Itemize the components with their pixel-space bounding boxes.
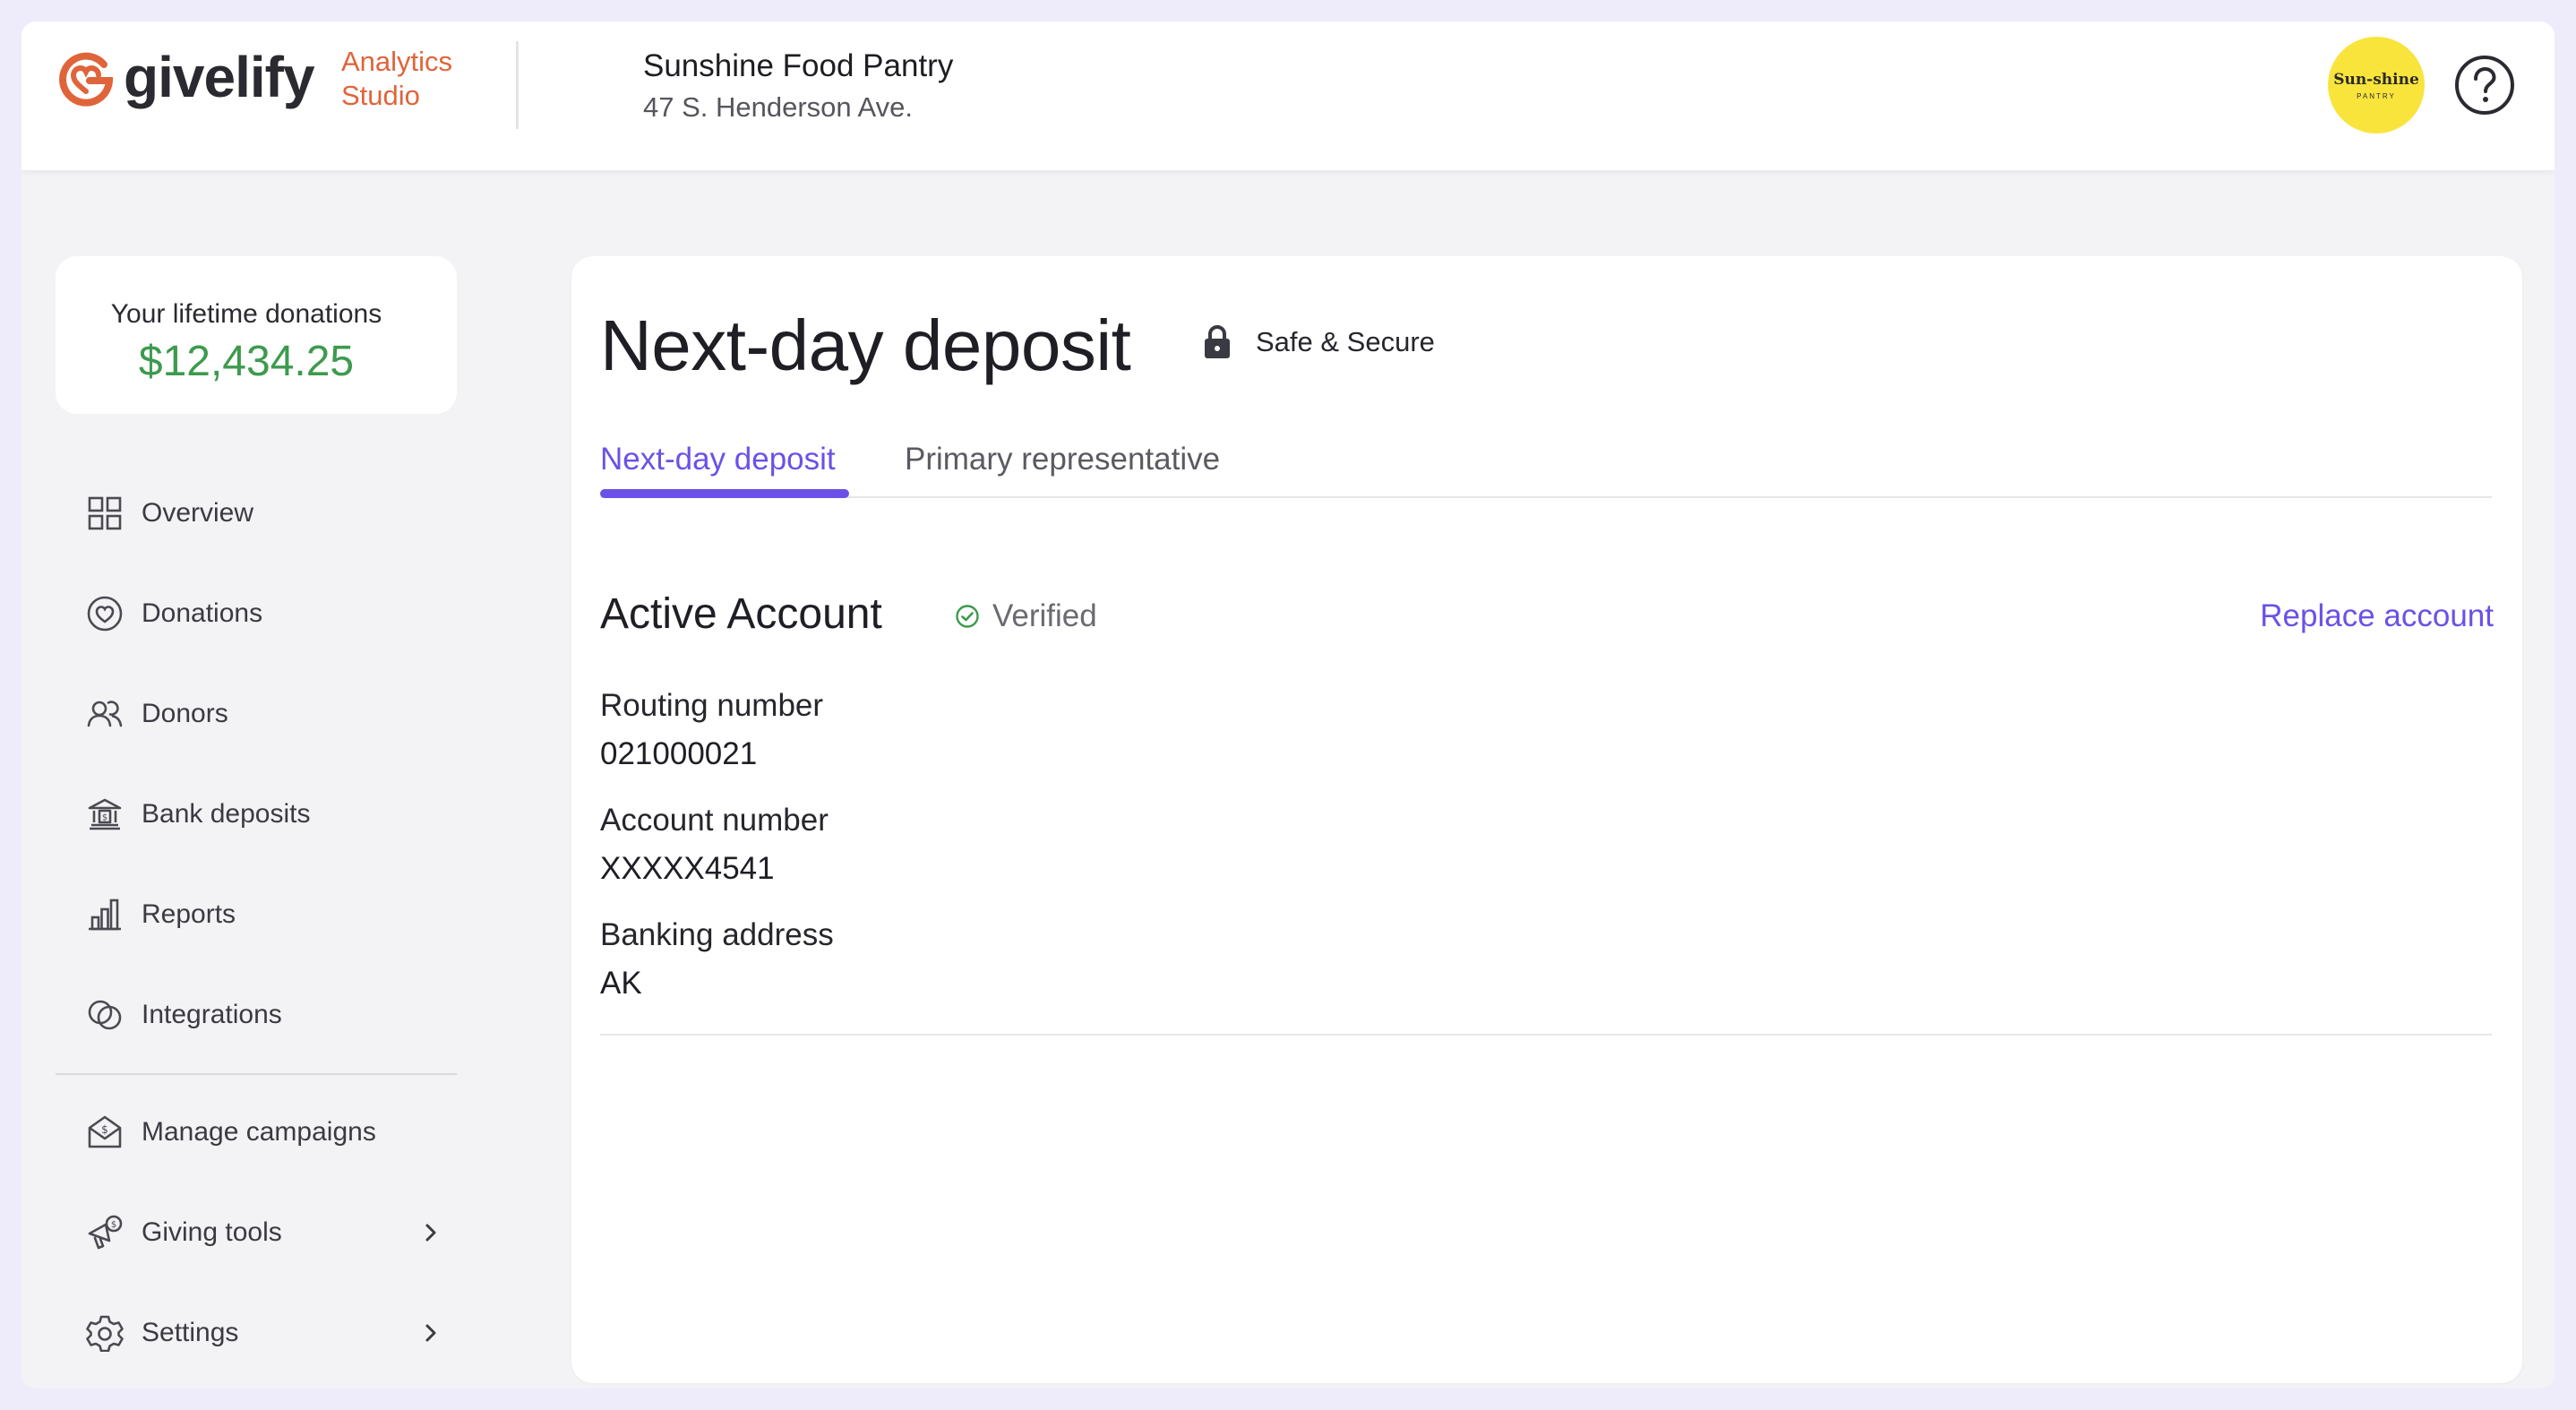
account-number-value: XXXXX4541 (600, 851, 775, 886)
sidebar-item-label: Bank deposits (142, 799, 311, 829)
chevron-right-icon[interactable] (417, 1219, 444, 1246)
sidebar-item-label: Overview (142, 498, 254, 528)
main-content-card: Next-day deposit Safe & Secure Next-day … (571, 256, 2522, 1383)
lifetime-donations-label: Your lifetime donations (110, 299, 382, 329)
sidebar-item-donors[interactable]: Donors (86, 683, 471, 745)
lifetime-donations-card: Your lifetime donations $12,434.25 (56, 256, 457, 414)
verified-label: Verified (992, 598, 1097, 633)
envelope-dollar-icon: $ (86, 1113, 124, 1151)
sidebar-item-label: Manage campaigns (142, 1117, 376, 1147)
tab-label: Primary representative (905, 442, 1221, 477)
brand-wordmark: givelify (124, 45, 315, 109)
sidebar-item-label: Integrations (142, 1000, 282, 1029)
heart-circle-icon (86, 595, 124, 632)
banking-address-value: AK (600, 966, 642, 1001)
lock-icon (1205, 325, 1230, 358)
section-divider (600, 1034, 2492, 1036)
grid-icon (86, 494, 124, 532)
svg-text:$: $ (102, 813, 107, 823)
routing-number-label: Routing number (600, 688, 824, 723)
safe-secure-badge: Safe & Secure (1202, 324, 1435, 360)
account-number-label: Account number (600, 803, 829, 838)
megaphone-icon: $ (86, 1214, 124, 1251)
help-circle-icon[interactable] (2453, 54, 2516, 116)
page-title: Next-day deposit (600, 305, 1131, 385)
check-circle-icon (956, 605, 979, 628)
sidebar-item-label: Settings (142, 1318, 239, 1347)
product-name-line2: Studio (341, 80, 420, 111)
svg-text:$: $ (101, 1123, 108, 1136)
organization-address: 47 S. Henderson Ave. (643, 91, 914, 123)
tab-label: Next-day deposit (600, 442, 836, 477)
avatar-text-line1: Sun-shine (2333, 70, 2419, 89)
banking-address-label: Banking address (600, 917, 834, 952)
app-window: givelify Analytics Studio Sunshine Food … (21, 21, 2555, 1389)
gear-icon (86, 1314, 124, 1353)
sidebar-item-bank-deposits[interactable]: $ Bank deposits (86, 783, 471, 846)
tab-next-day-deposit[interactable]: Next-day deposit (600, 432, 849, 498)
lifetime-donations-amount: $12,434.25 (138, 338, 355, 385)
link-icon (86, 996, 124, 1034)
sidebar-item-manage-campaigns[interactable]: $ Manage campaigns (86, 1101, 471, 1164)
active-account-heading: Active Account (600, 590, 882, 638)
givelify-logo-icon (59, 52, 114, 107)
bank-icon: $ (86, 795, 124, 833)
deposit-tabs: Next-day deposit Primary representative (600, 432, 2492, 498)
sidebar-item-overview[interactable]: Overview (86, 482, 471, 545)
verified-badge: Verified (955, 598, 1097, 634)
sidebar-divider (56, 1073, 457, 1075)
sidebar-item-label: Giving tools (142, 1217, 282, 1247)
sidebar-item-label: Donations (142, 598, 263, 628)
routing-number-value: 021000021 (600, 736, 758, 771)
sidebar-item-donations[interactable]: Donations (86, 582, 471, 645)
tab-primary-representative[interactable]: Primary representative (905, 432, 1220, 487)
organization-name: Sunshine Food Pantry (643, 48, 954, 83)
people-icon (86, 695, 124, 733)
bar-chart-icon (86, 896, 124, 933)
chevron-right-icon[interactable] (417, 1320, 444, 1346)
header-divider (516, 41, 519, 129)
svg-text:$: $ (111, 1220, 116, 1230)
replace-account-link[interactable]: Replace account (2260, 598, 2494, 634)
givelify-logo[interactable]: givelify (54, 45, 315, 109)
sidebar-item-reports[interactable]: Reports (86, 883, 471, 946)
organization-avatar[interactable]: Sun-shine PANTRY (2328, 37, 2425, 133)
safe-secure-label: Safe & Secure (1256, 326, 1435, 357)
sidebar-item-settings[interactable]: Settings (86, 1302, 471, 1364)
avatar-text-line2: PANTRY (2357, 91, 2396, 100)
product-name-line1: Analytics (341, 46, 453, 77)
sidebar-item-integrations[interactable]: Integrations (86, 984, 471, 1046)
product-name: Analytics Studio (341, 45, 452, 113)
sidebar-item-label: Reports (142, 899, 236, 929)
sidebar-item-label: Donors (142, 699, 228, 728)
top-header: givelify Analytics Studio Sunshine Food … (21, 21, 2555, 170)
active-tab-indicator (600, 489, 849, 498)
sidebar-item-giving-tools[interactable]: $ Giving tools (86, 1201, 471, 1264)
